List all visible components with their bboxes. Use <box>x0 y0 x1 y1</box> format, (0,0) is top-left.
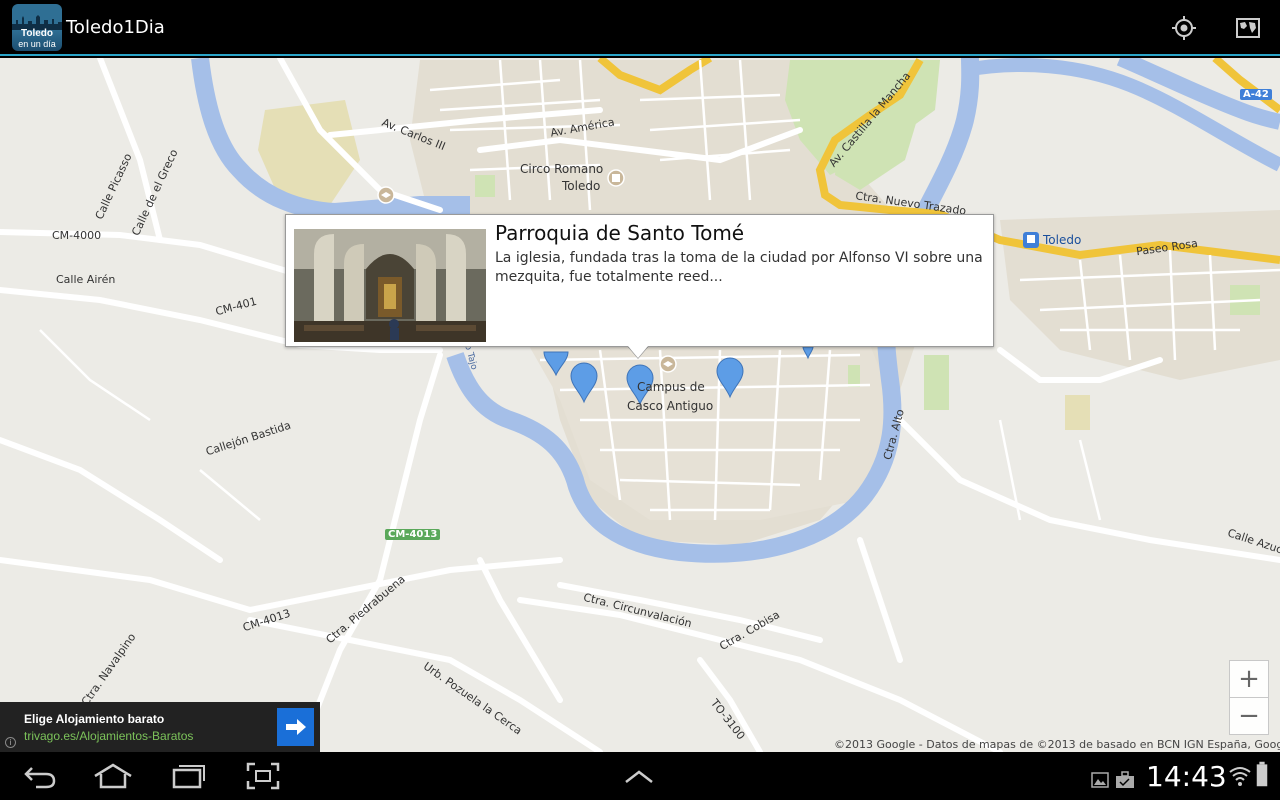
map-copyright: ©2013 Google - Datos de mapas de ©2013 d… <box>834 738 1280 751</box>
road-badge-a42: A-42 <box>1240 89 1272 100</box>
map-label-toledo-city: Toledo <box>562 179 601 193</box>
arrow-right-icon <box>286 719 306 735</box>
map-label-calle-airen: Calle Airén <box>56 273 116 286</box>
back-icon[interactable] <box>22 762 58 790</box>
gallery-icon <box>1091 772 1109 788</box>
status-clock: 14:43 <box>1146 760 1227 793</box>
ad-title: Elige Alojamiento barato <box>24 712 165 726</box>
ad-info-icon[interactable]: i <box>5 737 16 748</box>
app-title: Toledo1Dia <box>66 17 165 38</box>
wifi-icon <box>1229 767 1251 786</box>
map-type-icon <box>1236 18 1260 38</box>
map-label-casco-antiguo: Casco Antiguo <box>627 399 714 413</box>
info-window-thumbnail[interactable] <box>294 229 486 342</box>
logo-text-line2: en un día <box>18 39 56 49</box>
locate-button[interactable] <box>1170 14 1198 42</box>
battery-icon <box>1256 761 1268 787</box>
home-icon[interactable] <box>92 762 134 790</box>
poi-marker-education-2 <box>659 355 677 373</box>
ad-banner[interactable]: Elige Alojamiento barato trivago.es/Aloj… <box>0 702 320 752</box>
ad-open-button[interactable] <box>277 708 314 746</box>
locate-icon <box>1172 16 1196 40</box>
map-label-campus-de: Campus de <box>637 380 705 394</box>
briefcase-icon <box>1116 771 1134 788</box>
recent-apps-icon[interactable] <box>170 762 208 790</box>
map-view[interactable]: Av. Carlos III Av. América Circo Romano … <box>0 58 1280 752</box>
map-label-toledo-station: Toledo <box>1043 233 1082 247</box>
app-screen: Toledo en un día Toledo1Dia Av. Carlos I… <box>0 0 1280 800</box>
system-navigation-bar: 14:43 <box>0 752 1280 800</box>
poi-marker-education-1 <box>377 186 395 204</box>
screenshot-icon[interactable] <box>246 762 280 790</box>
logo-text-line1: Toledo <box>20 28 54 39</box>
map-label-cm-4000: CM-4000 <box>52 229 102 242</box>
chevron-up-icon[interactable] <box>622 762 656 790</box>
zoom-in-button[interactable]: + <box>1229 660 1269 698</box>
church-interior-image <box>294 229 486 342</box>
train-station-icon <box>1023 232 1039 248</box>
road-badge-cm-4013-1: CM-4013 <box>385 529 441 540</box>
info-window-title: Parroquia de Santo Tomé <box>495 221 745 245</box>
info-window-description: La iglesia, fundada tras la toma de la c… <box>495 250 983 285</box>
map-type-button[interactable] <box>1234 14 1262 42</box>
action-bar: Toledo en un día Toledo1Dia <box>0 0 1280 56</box>
info-window[interactable]: Parroquia de Santo Tomé La iglesia, fund… <box>285 214 994 347</box>
poi-marker-landmark <box>607 169 625 187</box>
ad-url: trivago.es/Alojamientos-Baratos <box>24 729 194 743</box>
map-label-circo-romano: Circo Romano <box>520 162 604 176</box>
info-window-pointer <box>628 346 648 358</box>
app-logo[interactable]: Toledo en un día <box>12 4 62 51</box>
zoom-out-button[interactable]: − <box>1229 697 1269 735</box>
